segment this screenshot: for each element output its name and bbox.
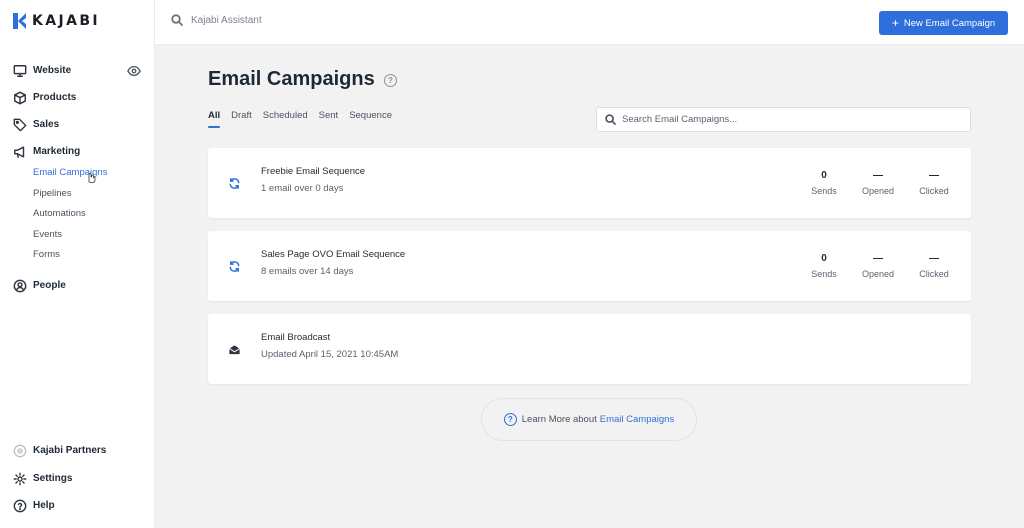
sidebar-item-help[interactable]: Help <box>12 498 55 513</box>
campaign-title: Freebie Email Sequence <box>261 166 366 177</box>
hand-cursor-icon <box>88 173 96 183</box>
assistant-search[interactable] <box>171 14 391 26</box>
sidebar-subitem-pipelines[interactable]: Pipelines <box>33 188 72 199</box>
sidebar-item-people[interactable]: People <box>12 278 66 293</box>
megaphone-icon <box>12 144 27 159</box>
monitor-icon <box>12 63 27 78</box>
stat-label: Sends <box>811 186 837 196</box>
stat-sends: 0 Sends <box>799 170 849 196</box>
stat-value: — <box>873 253 883 264</box>
stat-value: 0 <box>821 170 827 181</box>
sidebar-item-label: Products <box>33 92 77 103</box>
stat-value: — <box>929 170 939 181</box>
new-email-campaign-label: New Email Campaign <box>903 17 996 29</box>
sidebar-item-label: Sales <box>33 119 60 130</box>
campaign-card[interactable]: Freebie Email Sequence 1 email over 0 da… <box>208 148 971 218</box>
tab-sequence[interactable]: Sequence <box>349 110 392 126</box>
campaign-title: Email Broadcast <box>261 332 331 343</box>
tab-scheduled[interactable]: Scheduled <box>263 110 308 126</box>
sidebar-item-label: Kajabi Partners <box>33 445 107 456</box>
sidebar-item-label: Marketing <box>33 146 81 157</box>
tab-draft[interactable]: Draft <box>231 110 252 126</box>
sequence-icon <box>228 177 241 190</box>
stat-sends: 0 Sends <box>799 253 849 279</box>
stat-label: Clicked <box>919 269 949 279</box>
kajabi-logo-icon <box>13 13 26 29</box>
user-circle-icon <box>12 278 27 293</box>
sidebar-subitem-events[interactable]: Events <box>33 229 62 240</box>
logo-text: KAJABI <box>32 13 101 29</box>
question-circle-icon <box>12 498 27 513</box>
campaign-card[interactable]: Email Broadcast Updated April 15, 2021 1… <box>208 314 971 384</box>
stat-value: 0 <box>821 253 827 264</box>
stat-opened: — Opened <box>853 170 903 196</box>
stat-clicked: — Clicked <box>909 170 959 196</box>
kajabi-logo[interactable]: KAJABI <box>13 13 100 29</box>
stat-opened: — Opened <box>853 253 903 279</box>
question-circle-icon: ? <box>503 413 517 426</box>
campaign-card[interactable]: Sales Page OVO Email Sequence 8 emails o… <box>208 231 971 301</box>
sidebar-item-products[interactable]: Products <box>12 90 76 105</box>
new-email-campaign-button[interactable]: + New Email Campaign <box>879 11 1008 35</box>
learn-more-box: ? Learn More about Email Campaigns <box>481 398 697 441</box>
campaign-search[interactable] <box>596 107 971 132</box>
sequence-icon <box>228 260 241 273</box>
stat-label: Clicked <box>919 186 949 196</box>
learn-more-text: Learn More about <box>521 414 597 425</box>
tag-icon <box>12 117 27 132</box>
broadcast-icon <box>228 343 241 356</box>
learn-more-link[interactable]: Email Campaigns <box>600 414 674 425</box>
sidebar-item-label: Website <box>33 65 72 76</box>
campaign-subtitle: Updated April 15, 2021 10:45AM <box>261 349 399 360</box>
help-icon[interactable]: ? <box>384 74 397 87</box>
sidebar-item-settings[interactable]: Settings <box>12 471 72 486</box>
stat-label: Sends <box>811 269 837 279</box>
campaign-subtitle: 1 email over 0 days <box>261 183 344 194</box>
assistant-search-input[interactable] <box>191 14 391 26</box>
gear-icon <box>12 471 27 486</box>
topbar: + New Email Campaign <box>155 0 1024 45</box>
stat-clicked: — Clicked <box>909 253 959 279</box>
partners-badge-icon <box>12 443 27 458</box>
campaign-search-input[interactable] <box>622 114 952 125</box>
stat-value: — <box>873 170 883 181</box>
sidebar-item-kajabi-partners[interactable]: Kajabi Partners <box>12 443 106 458</box>
tab-sent[interactable]: Sent <box>319 110 339 126</box>
sidebar: KAJABI Website Products Sales Marketing … <box>0 0 155 528</box>
stat-label: Opened <box>861 269 895 279</box>
sidebar-item-sales[interactable]: Sales <box>12 117 59 132</box>
sidebar-subitem-email-campaigns[interactable]: Email Campaigns <box>33 167 107 178</box>
search-icon <box>171 14 183 26</box>
stat-value: — <box>929 253 939 264</box>
box-icon <box>12 90 27 105</box>
sidebar-item-website[interactable]: Website <box>12 63 71 78</box>
stat-label: Opened <box>861 186 895 196</box>
campaign-title: Sales Page OVO Email Sequence <box>261 249 406 260</box>
campaign-tabs: All Draft Scheduled Sent Sequence <box>208 110 403 128</box>
sidebar-item-label: People <box>33 280 66 291</box>
plus-icon: + <box>891 16 899 30</box>
sidebar-subitem-automations[interactable]: Automations <box>33 208 86 219</box>
sidebar-item-label: Help <box>33 500 55 511</box>
search-icon <box>605 114 616 125</box>
page-title: Email Campaigns <box>208 68 375 90</box>
sidebar-subitem-forms[interactable]: Forms <box>33 249 60 260</box>
eye-icon[interactable] <box>127 64 141 77</box>
sidebar-item-marketing[interactable]: Marketing <box>12 144 80 159</box>
campaign-subtitle: 8 emails over 14 days <box>261 266 354 277</box>
tab-all[interactable]: All <box>208 110 221 128</box>
sidebar-item-label: Settings <box>33 473 73 484</box>
